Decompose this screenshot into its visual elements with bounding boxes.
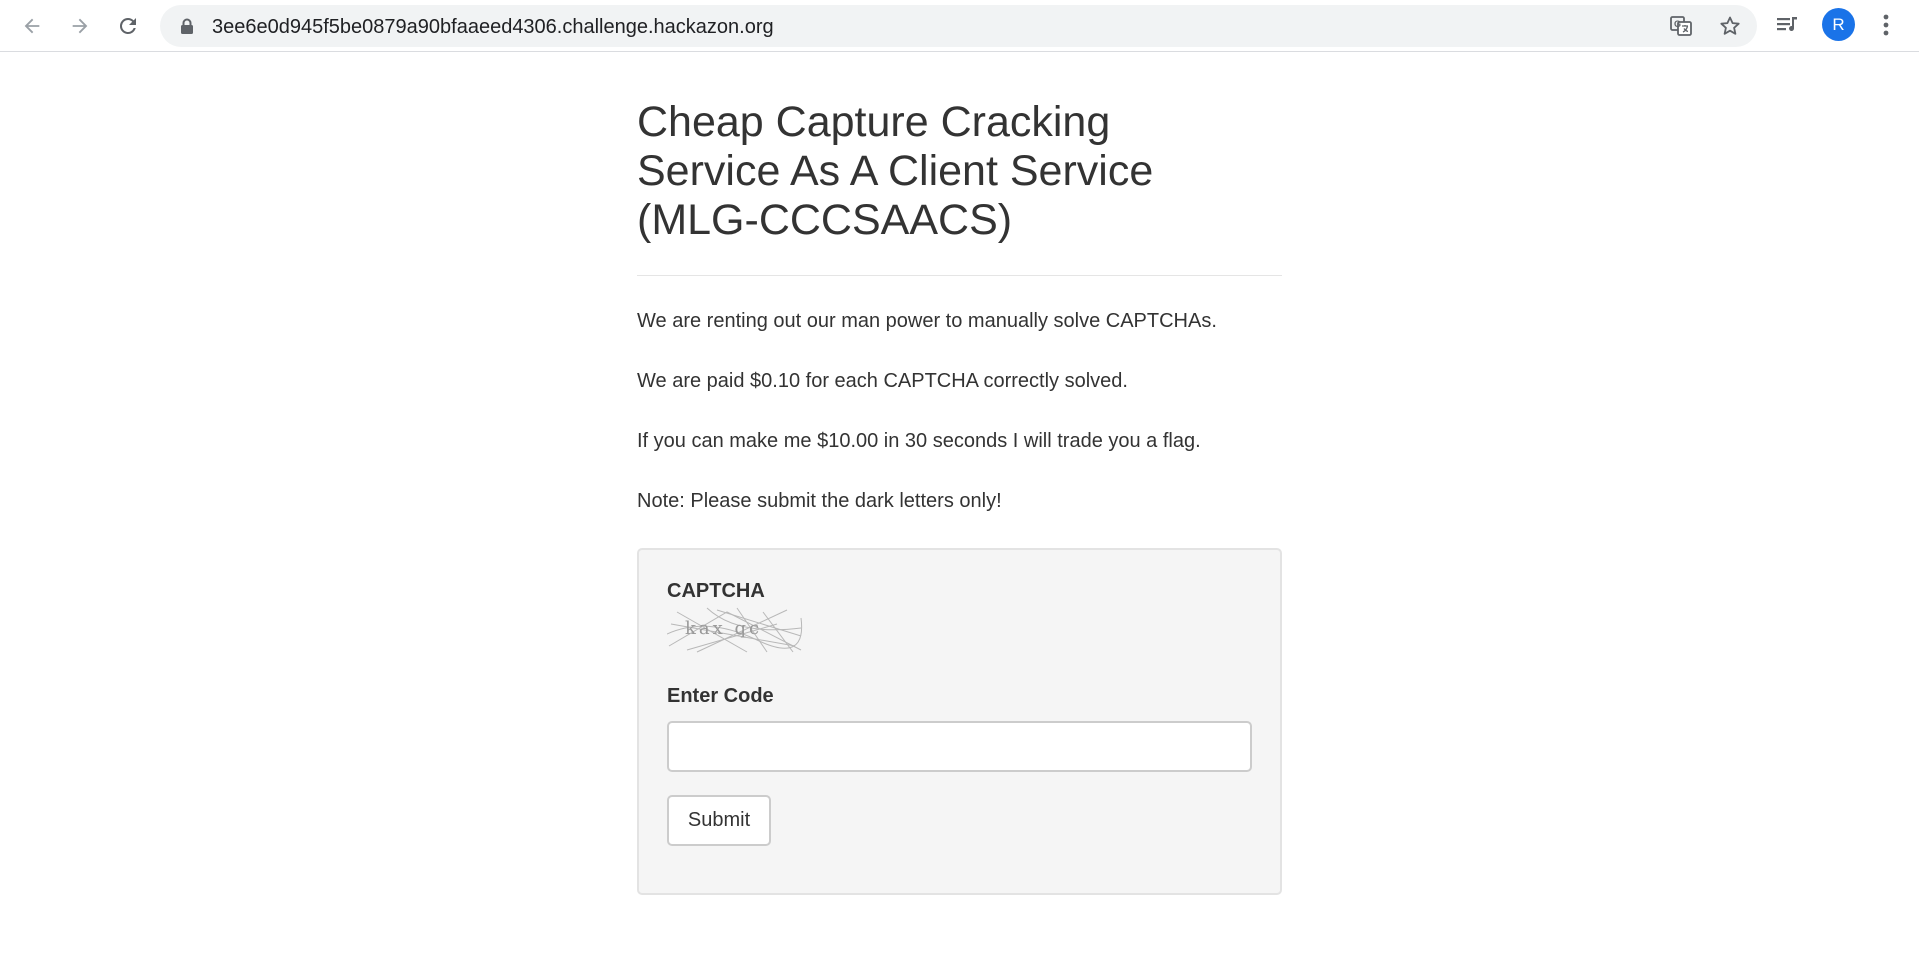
reload-icon <box>119 17 136 34</box>
translate-icon[interactable]: G <box>1669 14 1693 38</box>
svg-text:G: G <box>1674 19 1681 29</box>
code-input[interactable] <box>667 721 1252 772</box>
payment-paragraph: We are paid $0.10 for each CAPTCHA corre… <box>637 370 1128 392</box>
enter-code-label: Enter Code <box>667 685 774 707</box>
captcha-image: kax qc <box>667 606 803 654</box>
browser-toolbar: 3ee6e0d945f5be0879a90bfaaeed4306.challen… <box>0 0 1919 52</box>
title-divider <box>637 275 1282 276</box>
kebab-menu-icon[interactable] <box>1876 12 1896 38</box>
submit-button[interactable]: Submit <box>667 795 771 846</box>
avatar[interactable]: R <box>1822 8 1855 41</box>
address-bar[interactable]: 3ee6e0d945f5be0879a90bfaaeed4306.challen… <box>160 5 1757 47</box>
captcha-label: CAPTCHA <box>667 580 765 602</box>
media-queue-icon[interactable] <box>1775 13 1801 37</box>
intro-paragraph: We are renting out our man power to manu… <box>637 310 1217 332</box>
url-text: 3ee6e0d945f5be0879a90bfaaeed4306.challen… <box>212 16 774 38</box>
page-container: Cheap Capture Cracking Service As A Clie… <box>637 52 1282 895</box>
forward-arrow-icon <box>72 18 88 34</box>
reload-button[interactable] <box>110 8 146 44</box>
forward-button[interactable] <box>62 8 98 44</box>
captcha-text: kax qc <box>685 618 762 639</box>
challenge-paragraph: If you can make me $10.00 in 30 seconds … <box>637 430 1201 452</box>
back-arrow-icon <box>24 18 40 34</box>
note-paragraph: Note: Please submit the dark letters onl… <box>637 490 1002 512</box>
lock-icon <box>181 18 193 34</box>
captcha-form: CAPTCHA kax qc Enter Code Submit <box>637 548 1282 895</box>
star-icon[interactable] <box>1718 14 1742 38</box>
back-button[interactable] <box>14 8 50 44</box>
page-title: Cheap Capture Cracking Service As A Clie… <box>637 98 1154 244</box>
